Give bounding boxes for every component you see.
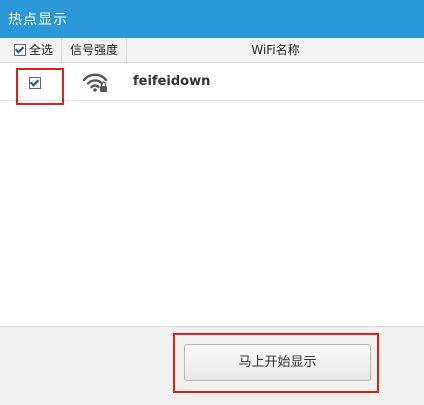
title-bar: 热点显示: [0, 0, 424, 38]
wifi-signal-lock-icon: [82, 73, 108, 92]
select-all-checkbox[interactable]: [14, 43, 26, 56]
select-all-label: 全选: [29, 43, 54, 57]
start-share-button[interactable]: 马上开始显示: [184, 344, 371, 381]
table-row[interactable]: feifeidown: [0, 63, 424, 101]
wifi-ssid: feifeidown: [133, 74, 211, 89]
row-checkbox[interactable]: [29, 77, 41, 89]
window-title: 热点显示: [8, 12, 68, 28]
wifi-name-header: WiFi名称: [251, 43, 300, 57]
table-header: 全选 信号强度 WiFi名称: [0, 38, 424, 63]
select-all-header[interactable]: 全选: [0, 38, 62, 62]
signal-strength-header: 信号强度: [62, 38, 127, 62]
